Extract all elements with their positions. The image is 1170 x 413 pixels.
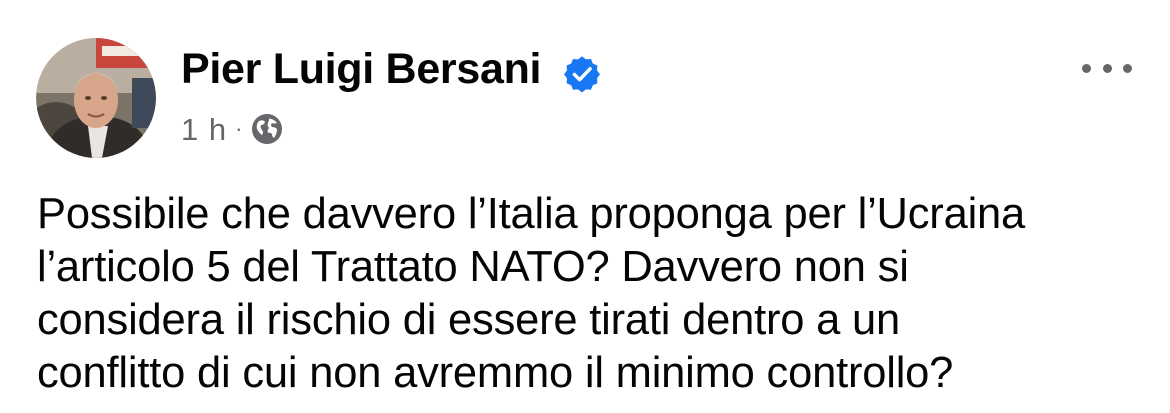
more-dot: [1123, 63, 1132, 73]
post-meta: 1 h ·: [181, 111, 284, 147]
post-body: Possibile che davvero l’Italia proponga …: [37, 188, 1147, 400]
more-dot: [1082, 63, 1091, 73]
post-text-line: l’articolo 5 del Trattato NATO? Davvero …: [37, 243, 909, 291]
post-timestamp[interactable]: 1 h: [181, 114, 227, 145]
more-options-icon[interactable]: [1082, 56, 1132, 80]
facebook-post: Pier Luigi Bersani 1 h · Possibile che d…: [0, 0, 1170, 413]
more-dot: [1102, 63, 1112, 73]
profile-photo: [36, 38, 156, 158]
post-text-line: considera il rischio di essere tirati de…: [37, 296, 901, 344]
author-name[interactable]: Pier Luigi Bersani: [181, 48, 542, 91]
meta-separator: ·: [235, 116, 243, 141]
verified-badge-icon: [564, 56, 600, 93]
globe-icon[interactable]: [250, 112, 284, 146]
author-avatar[interactable]: [36, 38, 156, 158]
post-text-line: Possibile che davvero l’Italia proponga …: [37, 190, 1026, 238]
post-text-line: conflitto di cui non avremmo il minimo c…: [37, 349, 954, 397]
